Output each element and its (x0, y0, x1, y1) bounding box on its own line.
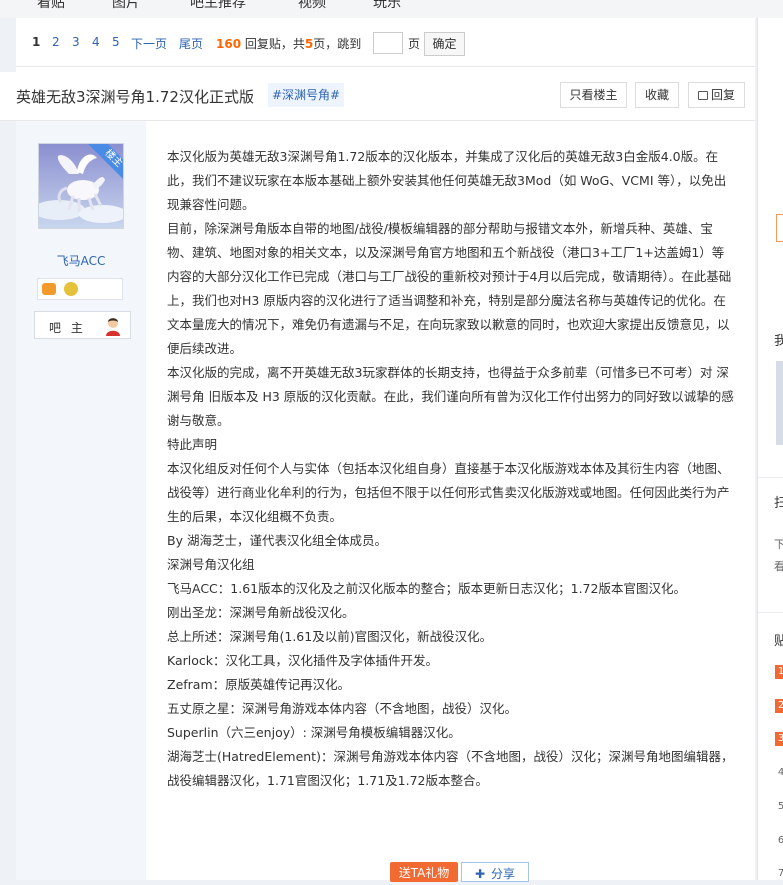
comment-icon (697, 91, 708, 100)
post-paragraph: 目前，除深渊号角版本自带的地图/战役/模板编辑器的部分帮助与报错文本外，新增兵种… (167, 221, 732, 356)
rank-number: 5 (775, 800, 783, 814)
nav-tab-videos[interactable]: 视频 (298, 0, 326, 12)
sidebar-text-glyph: 下 (774, 536, 783, 552)
share-button-label: 分享 (491, 867, 516, 881)
op-ribbon: 楼主 (83, 144, 123, 184)
rank-number: 4 (775, 766, 783, 780)
avatar[interactable]: 楼主 (33, 143, 127, 229)
post-paragraph: 总上所述：深渊号角(1.61及以前)官图汉化，新战役汉化。 (167, 629, 493, 644)
nav-tab-fun[interactable]: 玩乐 (373, 0, 401, 12)
plus-icon: ✚ (474, 867, 486, 881)
page-link-4[interactable]: 4 (92, 35, 100, 49)
post-paragraph: 飞马ACC：1.61版本的汉化及之前汉化版本的整合；版本更新日志汉化；1.72版… (167, 581, 686, 596)
reply-count: 160 (216, 37, 242, 51)
page-link-5[interactable]: 5 (112, 35, 120, 49)
nav-tab-posts[interactable]: 看贴 (37, 0, 65, 12)
jump-page-input[interactable] (373, 32, 403, 54)
rank-number: 6 (775, 834, 783, 848)
right-sidebar: 我 扫 下 看 贴 1 2 3 4 5 6 7 (757, 18, 783, 880)
favorite-button[interactable]: 收藏 (635, 82, 679, 108)
level-badge-icon[interactable] (64, 282, 78, 296)
rank-number: 1 (775, 665, 783, 679)
post-paragraph: By 湖海芝士，谨代表汉化组全体成员。 (167, 533, 387, 548)
role-box: 吧 主 (34, 311, 131, 339)
post-paragraph: 本汉化组反对任何个人与实体（包括本汉化组自身）直接基于本汉化版游戏本体及其衍生内… (167, 461, 730, 524)
moderator-icon (106, 318, 120, 336)
jump-suffix: 页 (408, 37, 421, 51)
top-nav: 看贴 图片 吧主推荐 视频 玩乐 (0, 0, 783, 18)
only-op-button[interactable]: 只看楼主 (560, 82, 627, 108)
op-ribbon-label: 楼主 (88, 144, 123, 184)
post-paragraph: 本汉化版的完成，离不开英雄无敌3玩家群体的长期支持，也得益于众多前辈（可惜多已不… (167, 365, 734, 428)
author-column: 楼主 飞马ACC 吧 主 (16, 121, 146, 880)
next-page-link[interactable]: 下一页 (131, 35, 167, 52)
reply-button-label: 回复 (710, 88, 735, 102)
rank-number: 7 (775, 867, 783, 880)
thread-tag[interactable]: #深渊号角# (268, 83, 345, 107)
thread-title-bar: 英雄无敌3深渊号角1.72汉化正式版 #深渊号角# 只看楼主 收藏 回复 (0, 72, 755, 121)
sidebar-heading-glyph: 扫 (774, 492, 783, 511)
share-button[interactable]: ✚ 分享 (461, 862, 529, 882)
reply-info: 160 回复贴，共5页，跳到 (216, 35, 361, 52)
post-paragraph: Karlock：汉化工具，汉化插件及字体插件开发。 (167, 653, 439, 668)
page-count: 5 (304, 37, 314, 51)
page-link-3[interactable]: 3 (72, 35, 80, 49)
game-badge-icon[interactable] (42, 283, 56, 295)
post-paragraph: 湖海芝士(HatredElement)：深渊号角游戏本体内容（不含地图，战役）汉… (167, 749, 734, 788)
reply-suffix: 回复贴，共 (244, 37, 305, 51)
rank-number: 2 (775, 699, 783, 713)
sidebar-heading-glyph: 贴 (774, 630, 783, 649)
post-paragraph: 特此声明 (167, 437, 218, 452)
rank-number: 3 (775, 732, 783, 746)
nav-tab-images[interactable]: 图片 (112, 0, 140, 12)
post-paragraph: 刚出圣龙：深渊号角新战役汉化。 (167, 605, 355, 620)
send-gift-button[interactable]: 送TA礼物 (390, 862, 458, 882)
role-label: 吧 主 (49, 321, 86, 335)
nav-tab-featured[interactable]: 吧主推荐 (190, 0, 246, 12)
jump-confirm-button[interactable]: 确定 (424, 32, 465, 56)
sidebar-thumbnail[interactable] (776, 361, 783, 445)
thread-title: 英雄无敌3深渊号角1.72汉化正式版 (16, 88, 254, 106)
page-suffix: 页，跳到 (313, 37, 362, 51)
sidebar-heading-glyph: 我 (774, 330, 783, 349)
badge-row (37, 278, 123, 300)
reply-button[interactable]: 回复 (688, 82, 745, 108)
post-paragraph: 五丈原之星：深渊号角游戏本体内容（不含地图，战役）汉化。 (167, 701, 518, 716)
post-paragraph: 深渊号角汉化组 (167, 557, 255, 572)
post-paragraph: 本汉化版为英雄无敌3深渊号角1.72版本的汉化版本，并集成了汉化后的英雄无敌3白… (167, 149, 727, 212)
last-page-link[interactable]: 尾页 (179, 35, 203, 52)
post-paragraph: Superlin（六三enjoy）: 深渊号角模板编辑器汉化。 (167, 725, 461, 740)
sidebar-button-edge[interactable] (776, 214, 783, 242)
sidebar-divider (758, 477, 783, 478)
pager: 1 2 3 4 5 下一页 尾页 160 回复贴，共5页，跳到 页 确定 (16, 18, 755, 67)
author-name[interactable]: 飞马ACC (16, 252, 146, 269)
post-paragraph: Zefram：原版英雄传记再汉化。 (167, 677, 351, 692)
sidebar-text-glyph: 看 (774, 558, 783, 574)
post-content: 本汉化版为英雄无敌3深渊号角1.72版本的汉化版本，并集成了汉化后的英雄无敌3白… (167, 145, 735, 793)
sidebar-divider (758, 612, 783, 613)
page-link-1: 1 (32, 35, 41, 49)
page-link-2[interactable]: 2 (52, 35, 60, 49)
